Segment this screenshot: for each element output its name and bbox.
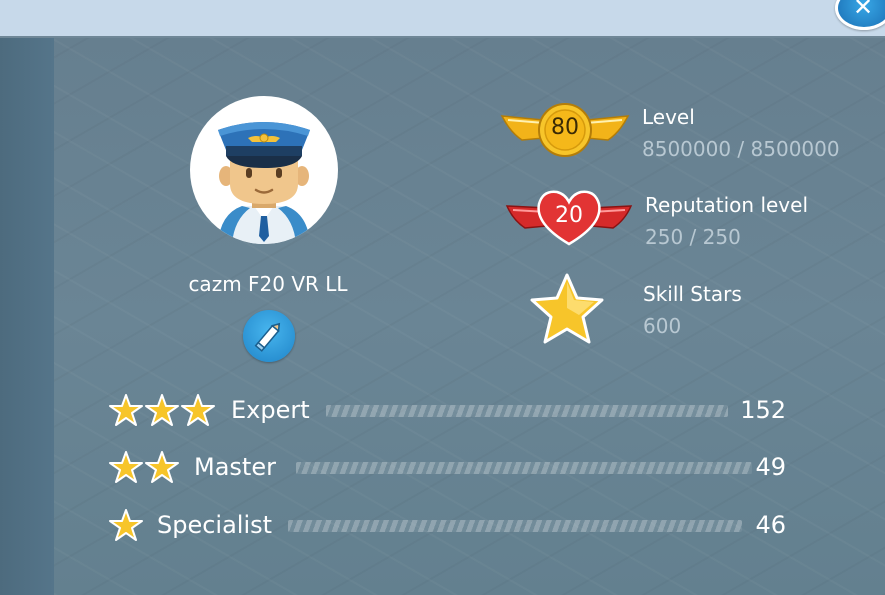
- side-strip: [0, 38, 54, 595]
- level-badge: 80: [500, 98, 630, 162]
- rank-label: Master: [194, 453, 276, 481]
- rank-divider: [326, 405, 728, 417]
- rank-divider: [296, 462, 752, 474]
- level-label: Level: [642, 105, 695, 129]
- level-value: 8500000 / 8500000: [642, 137, 840, 161]
- skill-stars-label: Skill Stars: [643, 282, 742, 306]
- rank-label: Specialist: [157, 511, 273, 539]
- reputation-label: Reputation level: [645, 193, 808, 217]
- one-star-icon: [109, 509, 143, 541]
- skill-stars-badge: [528, 272, 606, 346]
- rank-count: 49: [755, 453, 786, 481]
- rank-divider: [288, 520, 742, 532]
- close-icon: ✕: [853, 0, 874, 21]
- two-stars-icon: [109, 451, 179, 483]
- username: cazm F20 VR LL: [188, 272, 348, 296]
- level-badge-value: 80: [551, 115, 579, 140]
- reputation-value: 250 / 250: [645, 225, 741, 249]
- reputation-badge-value: 20: [555, 203, 583, 228]
- pilot-avatar-icon: [190, 96, 338, 244]
- gold-star-icon: [530, 273, 604, 344]
- rank-label: Expert: [231, 396, 310, 424]
- rank-row-specialist: Specialist 46: [108, 509, 798, 543]
- pencil-icon: [254, 322, 281, 352]
- rank-count: 152: [740, 396, 786, 424]
- rank-count: 46: [755, 511, 786, 539]
- edit-name-button[interactable]: [243, 310, 295, 362]
- top-bar: [0, 0, 885, 38]
- rank-row-expert: Expert 152: [108, 394, 798, 428]
- rank-row-master: Master 49: [108, 451, 798, 485]
- three-stars-icon: [109, 394, 215, 426]
- reputation-badge: 20: [505, 186, 633, 248]
- skill-stars-value: 600: [643, 314, 682, 338]
